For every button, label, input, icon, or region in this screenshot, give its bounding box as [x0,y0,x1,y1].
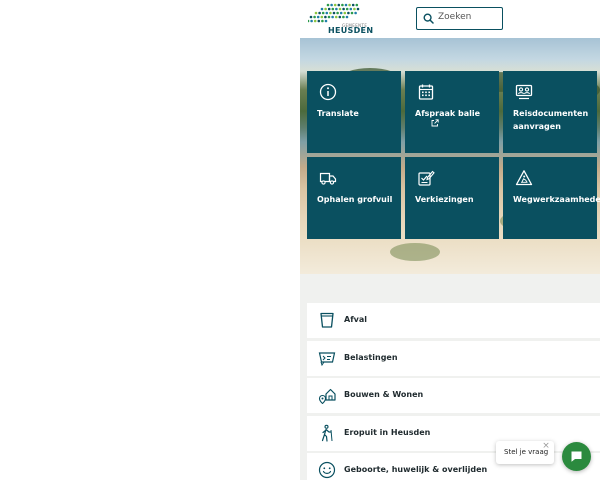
smiley-icon [318,461,336,479]
house-location-icon [318,388,336,404]
tile-label: Afspraak balie [415,109,481,118]
logo-wordmark: HEUSDEN [328,26,374,35]
list-item-geboorte-huwelijk-overlijden[interactable]: Geboorte, huwelijk & overlijden [307,453,600,480]
tile-afspraak-balie[interactable]: Afspraak balie [405,71,499,153]
website-viewport: GEMEENTE HEUSDEN Zoeken Translate Afspra… [300,0,600,480]
tile-label: Translate [317,109,359,118]
chat-close-icon[interactable]: × [541,441,551,451]
external-link-icon [431,119,439,127]
topic-list: Afval Belastingen Bouwen & Wonen Eropuit… [307,303,600,480]
tile-ophalen-grofvuil[interactable]: Ophalen grofvuil [307,157,401,239]
tile-label: Ophalen grofvuil [317,195,393,204]
tile-wegwerkzaamheden[interactable]: Wegwerkzaamheden [503,157,600,239]
ballot-icon [418,170,435,186]
list-item-bouwen-wonen[interactable]: Bouwen & Wonen [307,378,600,413]
list-item-belastingen[interactable]: Belastingen [307,340,600,376]
page: GEMEENTE HEUSDEN Zoeken Translate Afspra… [0,0,600,480]
list-item-afval[interactable]: Afval [307,303,600,338]
tile-label: Wegwerkzaamheden [513,195,600,204]
tile-label: Verkiezingen [415,195,474,204]
id-card-icon [515,84,533,100]
hiker-icon [321,424,333,442]
list-item-label: Afval [344,315,368,324]
tile-translate[interactable]: Translate [307,71,401,153]
search-icon [423,13,434,24]
list-item-label: Bouwen & Wonen [344,390,424,399]
tax-bill-icon [318,351,336,366]
chat-open-button[interactable] [562,442,591,471]
site-header: GEMEENTE HEUSDEN Zoeken [300,0,600,38]
waste-bin-icon [320,312,334,328]
list-item-eropuit-in-heusden[interactable]: Eropuit in Heusden [307,415,600,451]
search-input[interactable]: Zoeken [416,7,503,30]
tile-reisdocumenten-aanvragen[interactable]: Reisdocumenten aanvragen [503,71,597,153]
chat-icon [571,451,582,462]
search-placeholder: Zoeken [438,12,472,22]
list-item-label: Belastingen [344,352,398,362]
list-item-label: Eropuit in Heusden [344,427,431,437]
garbage-truck-icon [319,172,337,185]
tile-verkiezingen[interactable]: Verkiezingen [405,157,499,239]
municipality-logo[interactable]: GEMEENTE HEUSDEN [308,2,374,36]
calendar-icon [418,84,434,100]
info-icon [319,83,337,101]
roadwork-sign-icon [515,170,533,186]
tile-label: Reisdocumenten aanvragen [513,109,589,131]
list-item-label: Geboorte, huwelijk & overlijden [344,465,488,474]
